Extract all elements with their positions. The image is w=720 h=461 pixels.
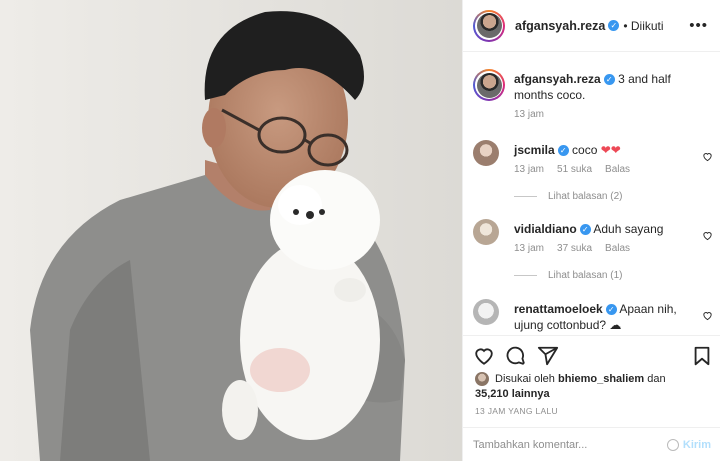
comment-input[interactable]: Tambahkan komentar... [473,439,587,451]
post-timestamp: 13 JAM YANG LALU [475,406,558,416]
author-username[interactable]: afgansyah.reza [515,19,605,33]
comment-user[interactable]: jscmila [514,143,555,157]
commenter-avatar[interactable] [473,299,499,325]
verified-badge-icon: ✓ [605,304,617,316]
view-replies-button[interactable]: Lihat balasan (1) [514,270,623,281]
reply-button[interactable]: Balas [605,243,630,254]
comment-likes[interactable]: 37 suka [557,243,592,254]
reply-button[interactable]: Balas [605,164,630,175]
comment-time: 13 jam [514,243,545,254]
likes-count[interactable]: 35,210 lainnya [475,388,550,400]
comment-text: renattamoeloek ✓ Apaan nih, ujung cottonb… [514,301,694,333]
comment-item: jscmila ✓ coco ❤❤ 13 jam 51 suka Balas Li… [473,140,713,210]
liked-by-conjunction: dan [647,373,666,385]
comment-item: renattamoeloek ✓ Apaan nih, ujung cottonb… [473,299,713,335]
liker-avatar[interactable] [475,372,489,387]
add-comment-bar: Tambahkan komentar... Kirim [463,427,720,461]
follow-status[interactable]: • Diikuti [623,19,663,33]
comment-likes[interactable]: 51 suka [557,164,592,175]
comment-bubble-icon[interactable] [505,345,527,367]
post-photo[interactable] [0,0,462,461]
send-button[interactable]: Kirim [683,439,711,451]
caption-time: 13 jam [514,109,545,120]
comment-body: coco [572,143,598,157]
share-paper-plane-icon[interactable] [537,345,559,367]
post-header: afgansyah.reza ✓ • Diikuti ••• [463,0,720,52]
caption-author[interactable]: afgansyah.reza [514,72,601,86]
post-actions: Disukai oleh bhiemo_shaliem dan 35,210 l… [463,335,720,427]
save-bookmark-icon[interactable] [691,345,713,367]
emoji-picker-icon[interactable] [666,438,679,451]
comment-meta: 13 jam 51 suka Balas [514,164,630,175]
like-heart-icon[interactable] [473,345,495,367]
comment-item: vidialdiano ✓ Aduh sayang 13 jam 37 suka … [473,219,713,289]
caption-text: afgansyah.reza ✓ 3 and half months coco. [514,71,694,103]
liked-by-user[interactable]: bhiemo_shaliem [558,373,644,385]
view-replies-label: Lihat balasan (2) [548,191,623,202]
comment-user[interactable]: vidialdiano [514,222,577,236]
caption-meta: 13 jam [514,109,544,120]
verified-badge-icon: ✓ [557,145,569,157]
commenter-avatar[interactable] [473,219,499,245]
liked-by-prefix: Disukai oleh [495,373,555,385]
like-comment-heart-icon[interactable] [702,310,713,321]
view-replies-button[interactable]: Lihat balasan (2) [514,191,623,202]
comment-body: Aduh sayang [593,222,664,236]
comment-time: 13 jam [514,164,545,175]
author-avatar[interactable] [473,9,505,42]
like-comment-heart-icon[interactable] [702,151,713,162]
verified-badge-icon: ✓ [579,224,591,236]
caption-item: afgansyah.reza ✓ 3 and half months coco. … [473,69,713,129]
commenter-avatar[interactable] [473,140,499,166]
verified-badge-icon: ✓ [603,74,615,86]
comments-list[interactable]: afgansyah.reza ✓ 3 and half months coco. … [463,53,720,335]
comment-meta: 13 jam 37 suka Balas [514,243,630,254]
man-holding-puppy-image [0,0,462,461]
heart-emoji: ❤❤ [600,143,621,157]
comment-user[interactable]: renattamoeloek [514,302,603,316]
action-icons [473,345,713,369]
post-details-panel: afgansyah.reza ✓ • Diikuti ••• afgansyah… [462,0,720,461]
comment-text: vidialdiano ✓ Aduh sayang [514,221,694,237]
like-comment-heart-icon[interactable] [702,230,713,241]
caption-author-avatar[interactable] [473,69,505,101]
verified-badge-icon: ✓ [608,20,620,31]
more-horizontal-icon[interactable]: ••• [689,17,708,34]
liked-by-summary: Disukai oleh bhiemo_shaliem dan 35,210 l… [475,372,666,402]
view-replies-label: Lihat balasan (1) [548,270,623,281]
comment-text: jscmila ✓ coco ❤❤ [514,142,694,158]
